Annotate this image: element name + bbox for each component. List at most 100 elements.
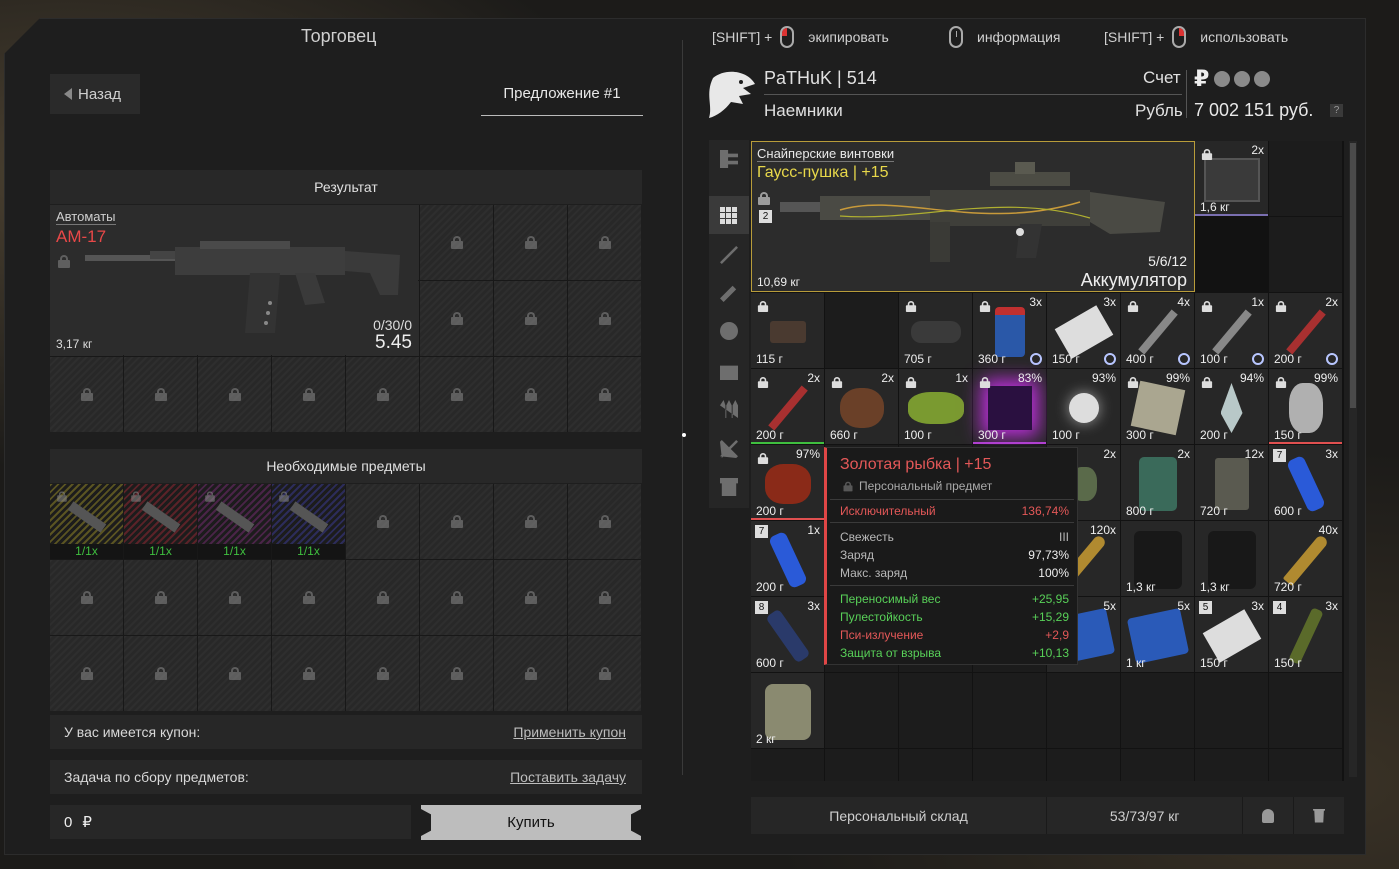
inventory-item[interactable]: 83% 300 г xyxy=(973,369,1046,444)
filter-ammo[interactable] xyxy=(709,274,749,312)
tab-offer-1[interactable]: Предложение #1 xyxy=(481,72,643,116)
lock-icon xyxy=(279,491,289,502)
item-weight: 800 г xyxy=(1126,504,1154,518)
sort-button[interactable] xyxy=(709,140,749,178)
trash-icon[interactable] xyxy=(1294,808,1344,823)
buy-button[interactable]: Купить xyxy=(421,805,641,840)
ruble-currency-icon[interactable]: ₽ xyxy=(1194,66,1209,92)
apply-coupon-link[interactable]: Применить купон xyxy=(513,724,626,740)
filter-tools[interactable] xyxy=(709,430,749,468)
sort-icon xyxy=(720,150,738,168)
inventory-item[interactable]: 2 кг xyxy=(751,673,824,748)
inventory-item[interactable]: 4 3x 150 г xyxy=(1269,597,1342,672)
inventory-item-gauss-rifle[interactable]: Снайперские винтовки Гаусс-пушка | +15 2… xyxy=(751,141,1195,292)
item-weight: 100 г xyxy=(904,428,932,442)
syringe-icon xyxy=(1137,309,1178,355)
required-item[interactable]: 1/1x xyxy=(124,484,197,559)
inventory-item[interactable]: 97% 200 г xyxy=(751,445,824,520)
inventory-item[interactable]: 705 г xyxy=(899,293,972,368)
filter-armor[interactable] xyxy=(709,312,749,350)
locked-slot xyxy=(272,357,345,432)
lock-icon xyxy=(154,591,167,604)
spiral-icon xyxy=(1288,383,1323,433)
inventory-item[interactable]: 2x 200 г xyxy=(1269,293,1342,368)
lock-icon xyxy=(205,491,215,502)
hint-use: [SHIFT] + использовать xyxy=(1104,26,1288,48)
inventory-item[interactable]: 7 1x 200 г xyxy=(751,521,824,596)
jar-icon xyxy=(994,307,1025,357)
scope-icon xyxy=(769,321,806,343)
tooltip-divider xyxy=(830,585,1074,586)
required-item[interactable]: 1/1x xyxy=(272,484,345,559)
item-weight: 200 г xyxy=(1274,352,1302,366)
inventory-scrollbar[interactable] xyxy=(1349,141,1357,777)
item-count: 4x xyxy=(1177,295,1190,309)
inventory-item[interactable]: 3x 150 г xyxy=(1047,293,1120,368)
inventory-item[interactable]: 2x 660 г xyxy=(825,369,898,444)
max-charge-value: 100% xyxy=(1038,566,1069,580)
locked-slot xyxy=(272,636,345,711)
slime-icon xyxy=(907,392,964,424)
inventory-item[interactable]: 1x 100 г xyxy=(1195,293,1268,368)
inventory-item[interactable]: 2x 800 г xyxy=(1121,445,1194,520)
price-value: 0 xyxy=(64,813,73,831)
inventory-item[interactable]: 12x 720 г xyxy=(1195,445,1268,520)
inventory-item[interactable]: 99% 150 г xyxy=(1269,369,1342,444)
inventory-item[interactable]: 1x 100 г xyxy=(899,369,972,444)
fish-icon xyxy=(764,464,811,504)
faction-eagle-icon xyxy=(709,71,755,118)
inventory-item[interactable]: 3x 360 г xyxy=(973,293,1046,368)
set-task-link[interactable]: Поставить задачу xyxy=(510,769,626,785)
rarity-value: 136,74% xyxy=(1021,504,1069,518)
item-count: 3x xyxy=(1325,447,1338,461)
lock-icon xyxy=(450,388,463,401)
filter-consumables[interactable] xyxy=(709,390,749,428)
gear-icon[interactable] xyxy=(1214,71,1230,87)
inventory-item[interactable]: 5 3x 150 г xyxy=(1195,597,1268,672)
stat-label: Переносимый вес xyxy=(840,592,941,606)
gauss-ammo: 5/6/12 xyxy=(1148,253,1187,269)
lock-icon xyxy=(1127,300,1139,313)
scrollbar-thumb[interactable] xyxy=(1350,143,1356,408)
lock-icon xyxy=(598,515,611,528)
inventory-item[interactable]: 5x 1 кг xyxy=(1121,597,1194,672)
inventory-item[interactable]: 40x 720 г xyxy=(1269,521,1342,596)
hint-use-label: использовать xyxy=(1200,29,1289,45)
inventory-item[interactable]: 1,3 кг xyxy=(1195,521,1268,596)
inventory-item[interactable]: 99% 300 г xyxy=(1121,369,1194,444)
inventory-item[interactable]: 115 г xyxy=(751,293,824,368)
inventory-item[interactable]: 94% 200 г xyxy=(1195,369,1268,444)
lock-icon xyxy=(979,300,991,313)
filter-misc[interactable] xyxy=(709,468,749,506)
inventory-item[interactable]: 93% 100 г xyxy=(1047,369,1120,444)
inventory-item[interactable]: 4x 400 г xyxy=(1121,293,1194,368)
locked-slot xyxy=(198,560,271,635)
inventory-item[interactable]: 8 3x 600 г xyxy=(751,597,824,672)
result-item-am17[interactable]: Автоматы АМ-17 3,17 кг 0/30/0 5.45 xyxy=(50,205,418,355)
locked-slot xyxy=(420,484,493,559)
item-count: 99% xyxy=(1313,371,1338,385)
tools-filter-icon xyxy=(720,440,738,458)
rarity-label: Исключительный xyxy=(840,504,936,518)
filter-all[interactable] xyxy=(709,196,749,234)
storage-label[interactable]: Персональный склад xyxy=(751,808,1046,824)
thumb-icon[interactable] xyxy=(1254,71,1270,87)
inventory-slot xyxy=(825,749,898,781)
inventory-item[interactable]: 2x 200 г xyxy=(751,369,824,444)
case-icon xyxy=(1203,158,1260,202)
compass-icon[interactable] xyxy=(1234,71,1250,87)
filter-weapons[interactable] xyxy=(709,236,749,274)
inventory-item[interactable]: 2x 1,6 кг xyxy=(1195,141,1268,216)
required-item[interactable]: 1/1x xyxy=(198,484,271,559)
inventory-slot xyxy=(1269,141,1342,216)
required-item[interactable]: 1/1x xyxy=(50,484,123,559)
back-button[interactable]: Назад xyxy=(50,74,140,114)
item-weight: 150 г xyxy=(1052,352,1080,366)
result-item-ammo: 0/30/0 xyxy=(373,317,412,333)
help-icon[interactable]: ? xyxy=(1330,104,1343,117)
can-icon xyxy=(1138,457,1177,511)
rarity-underline xyxy=(973,442,1046,444)
inventory-item[interactable]: 1,3 кг xyxy=(1121,521,1194,596)
inventory-item[interactable]: 7 3x 600 г xyxy=(1269,445,1342,520)
filter-medicine[interactable] xyxy=(709,352,749,390)
